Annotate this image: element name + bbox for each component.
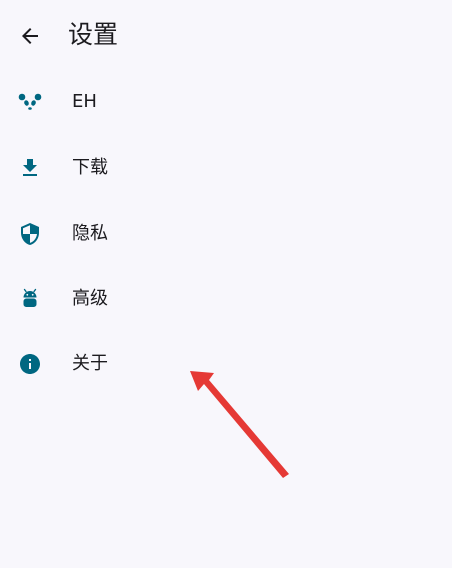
download-icon <box>16 154 44 182</box>
menu-item-privacy[interactable]: 隐私 <box>0 202 452 266</box>
menu-item-about[interactable]: 关于 <box>0 332 452 396</box>
top-app-bar: 设置 <box>0 0 452 70</box>
back-button[interactable] <box>14 20 46 52</box>
menu-item-download[interactable]: 下载 <box>0 136 452 200</box>
menu-item-label: 隐私 <box>72 223 108 244</box>
menu-item-advanced[interactable]: 高级 <box>0 267 452 331</box>
android-icon <box>16 285 44 313</box>
arrow-back-icon <box>22 28 38 44</box>
menu-item-label: 下载 <box>72 157 108 178</box>
page-title: 设置 <box>68 20 119 49</box>
menu-item-label: 关于 <box>72 353 108 374</box>
menu-item-label: 高级 <box>72 288 108 309</box>
info-icon <box>16 350 44 378</box>
menu-item-eh[interactable]: EH <box>0 70 452 134</box>
shield-icon <box>16 220 44 248</box>
settings-page: 设置 EH 下载 隐私 高级 关于 <box>0 0 452 568</box>
panda-icon <box>16 88 44 116</box>
menu-item-label: EH <box>72 91 97 112</box>
